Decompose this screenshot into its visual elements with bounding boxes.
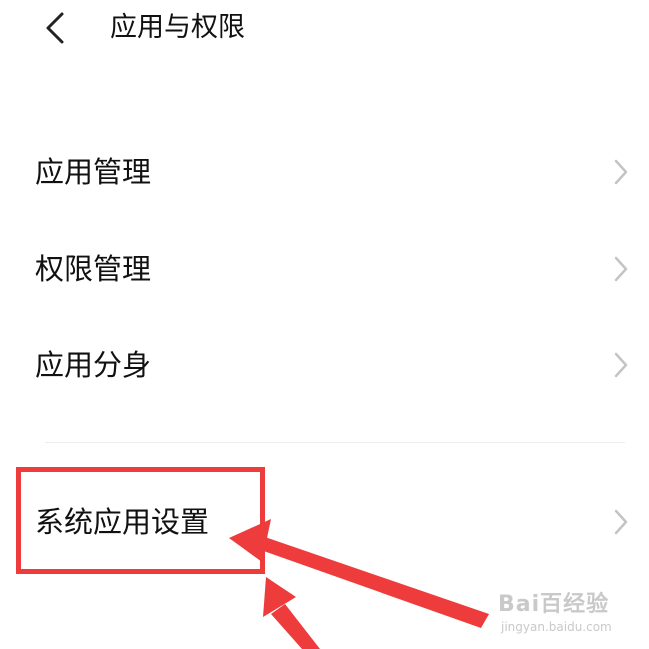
- chevron-left-icon: [46, 12, 64, 44]
- chevron-right-icon: [614, 509, 628, 535]
- menu-item-label: 应用分身: [35, 348, 152, 382]
- watermark-brand: Bai百经验: [498, 592, 610, 617]
- page-title: 应用与权限: [110, 12, 245, 43]
- menu-item-app-clone[interactable]: 应用分身: [0, 325, 649, 405]
- menu-item-label: 应用管理: [35, 155, 152, 189]
- section-divider: [45, 442, 625, 443]
- menu-item-label: 权限管理: [35, 252, 152, 286]
- header: 应用与权限: [0, 0, 649, 60]
- settings-screen: 应用与权限 应用管理 权限管理 应用分身 系统应用设置 Bai百经验 jingy…: [0, 0, 649, 649]
- menu-item-app-management[interactable]: 应用管理: [0, 132, 649, 212]
- chevron-right-icon: [614, 352, 628, 378]
- watermark: Bai百经验 jingyan.baidu.com: [498, 580, 638, 642]
- watermark-url: jingyan.baidu.com: [501, 620, 612, 634]
- back-button[interactable]: [34, 6, 78, 50]
- menu-item-label: 系统应用设置: [35, 505, 210, 539]
- menu-item-system-app-settings[interactable]: 系统应用设置: [0, 482, 649, 562]
- menu-item-permission-management[interactable]: 权限管理: [0, 229, 649, 309]
- chevron-right-icon: [614, 159, 628, 185]
- chevron-right-icon: [614, 256, 628, 282]
- arrow-pointer-bottom: [263, 577, 320, 649]
